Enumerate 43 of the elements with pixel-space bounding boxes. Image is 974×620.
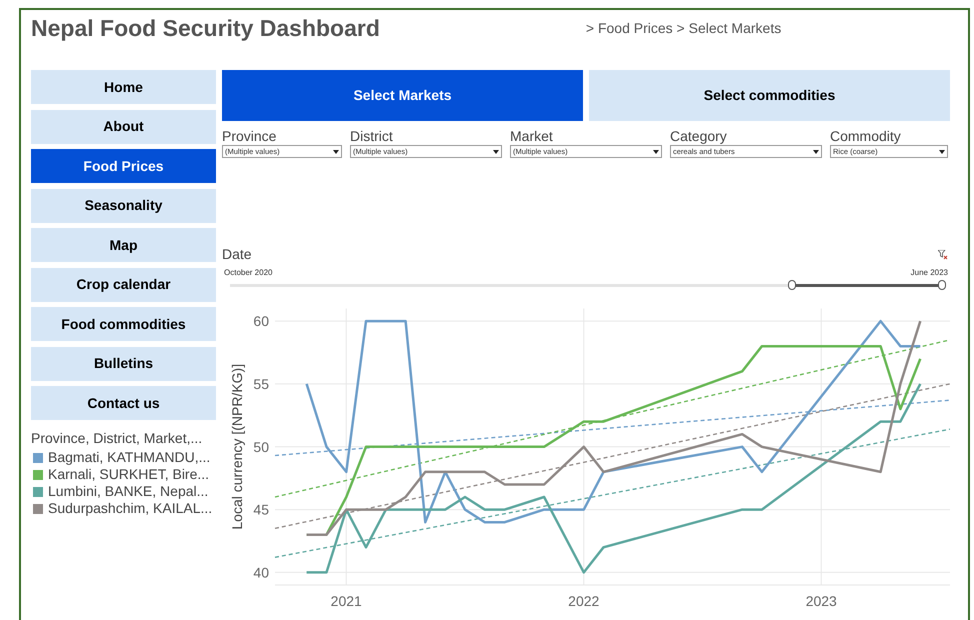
date-end-label: June 2023 bbox=[910, 267, 948, 279]
legend-label: Sudurpashchim, KAILAL... bbox=[48, 500, 212, 517]
filter-label: Commodity bbox=[830, 128, 902, 144]
slider-handle[interactable] bbox=[938, 280, 946, 290]
date-filter-label: Date bbox=[222, 245, 252, 264]
y-tick-label: 60 bbox=[253, 313, 269, 330]
legend-label: Bagmati, KATHMANDU,... bbox=[48, 449, 210, 466]
y-axis-label: Local currency [(NPR/KG)] bbox=[229, 364, 245, 530]
filter-label: Province bbox=[222, 128, 278, 144]
nav-button[interactable]: Bulletins bbox=[31, 346, 216, 380]
caret-icon bbox=[493, 150, 499, 154]
y-tick-label: 55 bbox=[253, 376, 269, 392]
nav-button[interactable]: Map bbox=[31, 228, 216, 262]
y-tick-label: 40 bbox=[253, 564, 269, 580]
x-tick-label: 2023 bbox=[806, 593, 837, 609]
legend-label: Karnali, SURKHET, Bire... bbox=[48, 466, 210, 483]
y-tick-label: 50 bbox=[253, 438, 269, 455]
legend-label: Lumbini, BANKE, Nepal... bbox=[48, 483, 208, 500]
caret-icon bbox=[813, 150, 819, 154]
nav-button[interactable]: Seasonality bbox=[31, 188, 216, 222]
caret-icon bbox=[939, 150, 945, 154]
filter-label: Category bbox=[670, 128, 728, 144]
x-tick-label: 2021 bbox=[330, 593, 362, 609]
tab[interactable]: Select Markets bbox=[222, 70, 583, 121]
tab[interactable]: Select commodities bbox=[589, 70, 950, 121]
legend-title: Province, District, Market,... bbox=[31, 429, 204, 448]
filter-label: Market bbox=[510, 128, 554, 144]
filter-label: District bbox=[350, 128, 394, 144]
x-tick-label: 2022 bbox=[568, 593, 600, 609]
date-start-label: October 2020 bbox=[224, 267, 272, 279]
dashboard-title: Nepal Food Security Dashboard bbox=[31, 14, 380, 43]
nav-button[interactable]: Contact us bbox=[31, 386, 216, 420]
caret-icon bbox=[333, 150, 339, 154]
nav-button[interactable]: Food commodities bbox=[31, 307, 216, 341]
nav-button[interactable]: Crop calendar bbox=[31, 268, 216, 302]
nav-button[interactable]: About bbox=[31, 110, 216, 144]
caret-icon bbox=[653, 150, 659, 154]
nav-button[interactable]: Food Prices bbox=[31, 149, 216, 183]
nav-button[interactable]: Home bbox=[31, 70, 216, 104]
breadcrumb: > Food Prices > Select Markets bbox=[586, 18, 782, 38]
clear-filter-icon[interactable] bbox=[938, 250, 948, 260]
y-tick-label: 45 bbox=[253, 502, 269, 518]
slider-handle[interactable] bbox=[788, 280, 796, 290]
